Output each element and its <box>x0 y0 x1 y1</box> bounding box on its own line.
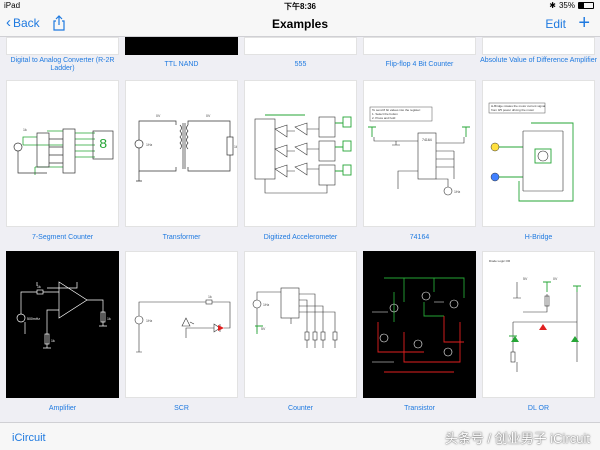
example-thumbnail[interactable] <box>125 37 238 55</box>
note-line: 2. Press and hold <box>372 116 396 120</box>
examples-grid: Digital to Analog Converter (R-2R Ladder… <box>0 37 600 422</box>
example-label[interactable]: Flip-flop 4 Bit Counter <box>357 61 482 69</box>
example-thumbnail[interactable]: To send 8 bit values into the register: … <box>363 80 476 227</box>
voltage-label: 5V <box>523 277 528 281</box>
source-label: 1Hz <box>146 143 152 147</box>
example-thumbnail[interactable]: 0V 0V 1Hz 1k <box>125 80 238 227</box>
watermark: 头条号 / 创业男子 iCircuit <box>444 431 590 446</box>
example-label[interactable]: SCR <box>119 405 244 413</box>
example-thumbnail[interactable]: 8 1k <box>6 80 119 227</box>
voltage-label: 5V <box>261 327 266 331</box>
example-label[interactable]: 74164 <box>357 234 482 242</box>
example-thumbnail[interactable] <box>482 37 595 55</box>
example-thumbnail[interactable] <box>6 37 119 55</box>
svg-text:8: 8 <box>99 137 107 153</box>
status-right: ✱ 35% <box>549 1 594 10</box>
resistor-label: 1k <box>37 285 41 289</box>
note-line: from 0/5 power driving the motor <box>491 108 534 112</box>
example-label[interactable]: Transformer <box>119 234 244 242</box>
example-label[interactable]: 7-Segment Counter <box>0 234 125 242</box>
example-label[interactable]: Digitized Accelerometer <box>238 234 363 242</box>
example-label[interactable]: 555 <box>238 61 363 69</box>
chip-label: 74164 <box>422 138 432 142</box>
example-thumbnail[interactable]: 1Hz 5V <box>244 251 357 398</box>
status-bar: iPad 下午8:36 ✱ 35% <box>0 0 600 11</box>
navigation-bar: ‹ Back Examples Edit + <box>0 11 600 37</box>
example-label[interactable]: Amplifier <box>0 405 125 413</box>
battery-percent: 35% <box>558 1 575 10</box>
example-thumbnail[interactable] <box>244 37 357 55</box>
bluetooth-icon: ✱ <box>549 1 556 10</box>
example-thumbnail[interactable]: H-Bridge rotates the motor current signa… <box>482 80 595 227</box>
example-label[interactable]: TTL NAND <box>119 61 244 69</box>
diagram-title: Diode Logic OR <box>489 259 511 263</box>
example-thumbnail[interactable]: Diode Logic OR 5V 0V <box>482 251 595 398</box>
example-label[interactable]: DL OR <box>476 405 600 413</box>
resistor-label: 1k <box>23 128 27 132</box>
battery-icon <box>578 2 594 9</box>
resistor-label: 1k <box>208 295 212 299</box>
source-label: 1Hz <box>146 319 152 323</box>
voltage-label: 0V <box>553 277 558 281</box>
example-label[interactable]: Absolute Value of Difference Amplifier <box>476 57 600 65</box>
example-label[interactable]: Counter <box>238 405 363 413</box>
edit-button[interactable]: Edit <box>545 17 566 31</box>
add-icon[interactable]: + <box>578 12 590 35</box>
voltage-label: 0V <box>206 114 211 118</box>
app-name[interactable]: iCircuit <box>12 432 46 444</box>
resistor-label: 1k <box>51 339 55 343</box>
example-thumbnail[interactable] <box>363 251 476 398</box>
example-thumbnail[interactable] <box>244 80 357 227</box>
source-label: 500mHz <box>27 317 40 321</box>
source-label: 1Hz <box>263 303 269 307</box>
page-title: Examples <box>271 17 329 31</box>
load-label: 1k <box>234 145 238 149</box>
resistor-label: 1k <box>107 317 111 321</box>
bottom-bar: iCircuit 头条号 / 创业男子 iCircuit <box>0 422 600 450</box>
source-label: 1Hz <box>454 190 460 194</box>
example-thumbnail[interactable]: 1Hz 1k <box>125 251 238 398</box>
example-label[interactable]: Digital to Analog Converter (R-2R Ladder… <box>0 57 125 73</box>
example-thumbnail[interactable] <box>363 37 476 55</box>
voltage-label: 0V <box>156 114 161 118</box>
example-label[interactable]: H-Bridge <box>476 234 600 242</box>
example-label[interactable]: Transistor <box>357 405 482 413</box>
example-thumbnail[interactable]: 1k 500mHz 1k 1k <box>6 251 119 398</box>
